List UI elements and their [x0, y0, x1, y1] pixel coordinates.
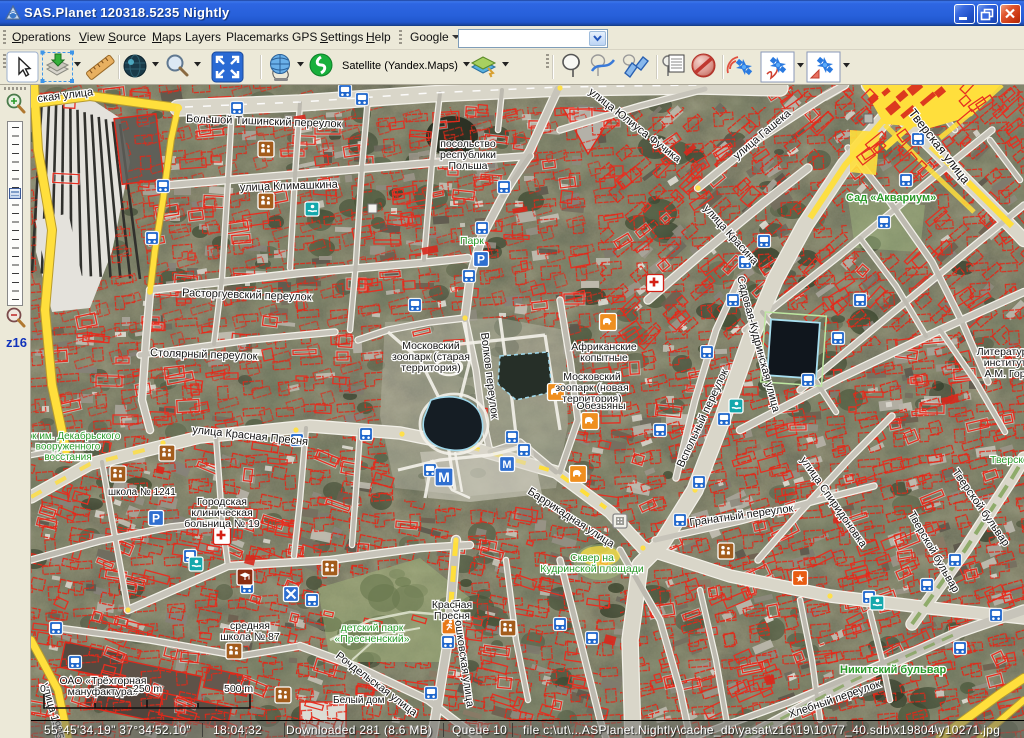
svg-text:Сад «Аквариум»: Сад «Аквариум» — [846, 192, 936, 204]
svg-text:P: P — [477, 252, 485, 266]
svg-text:А.М. Гор: А.М. Гор — [984, 368, 1024, 380]
svg-text:Никитский бульвар: Никитский бульвар — [840, 664, 947, 676]
svg-text:Тверской: Тверской — [990, 454, 1024, 466]
svg-text:мануфактура»: мануфактура» — [68, 686, 139, 698]
svg-text:«Пресненский»: «Пресненский» — [334, 633, 409, 645]
svg-text:Пресня: Пресня — [434, 610, 470, 622]
svg-text:Польша: Польша — [448, 160, 487, 172]
svg-text:восстания: восстания — [44, 452, 91, 463]
svg-text:школа № 1241: школа № 1241 — [108, 487, 176, 498]
svg-text:500 m: 500 m — [224, 683, 253, 695]
svg-text:копытные: копытные — [580, 352, 628, 364]
svg-text:больница № 19: больница № 19 — [184, 518, 260, 530]
svg-text:250 m: 250 m — [133, 683, 162, 695]
svg-text:вооруженного: вооруженного — [36, 442, 101, 453]
svg-text:Белый дом: Белый дом — [333, 695, 385, 706]
svg-text:Обезьяны: Обезьяны — [577, 400, 626, 412]
svg-text:Парк: Парк — [460, 235, 484, 247]
svg-text:M: M — [502, 459, 511, 471]
svg-text:0: 0 — [40, 683, 46, 695]
svg-text:★: ★ — [795, 573, 805, 585]
svg-text:школа № 87: школа № 87 — [220, 631, 280, 643]
svg-text:Кудринской площади: Кудринской площади — [540, 563, 644, 575]
svg-text:P: P — [152, 511, 160, 525]
svg-text:M: M — [438, 469, 450, 485]
svg-text:территория): территория) — [401, 362, 461, 374]
svg-text:парк им. Декабрьского: парк им. Декабрьского — [31, 430, 121, 442]
